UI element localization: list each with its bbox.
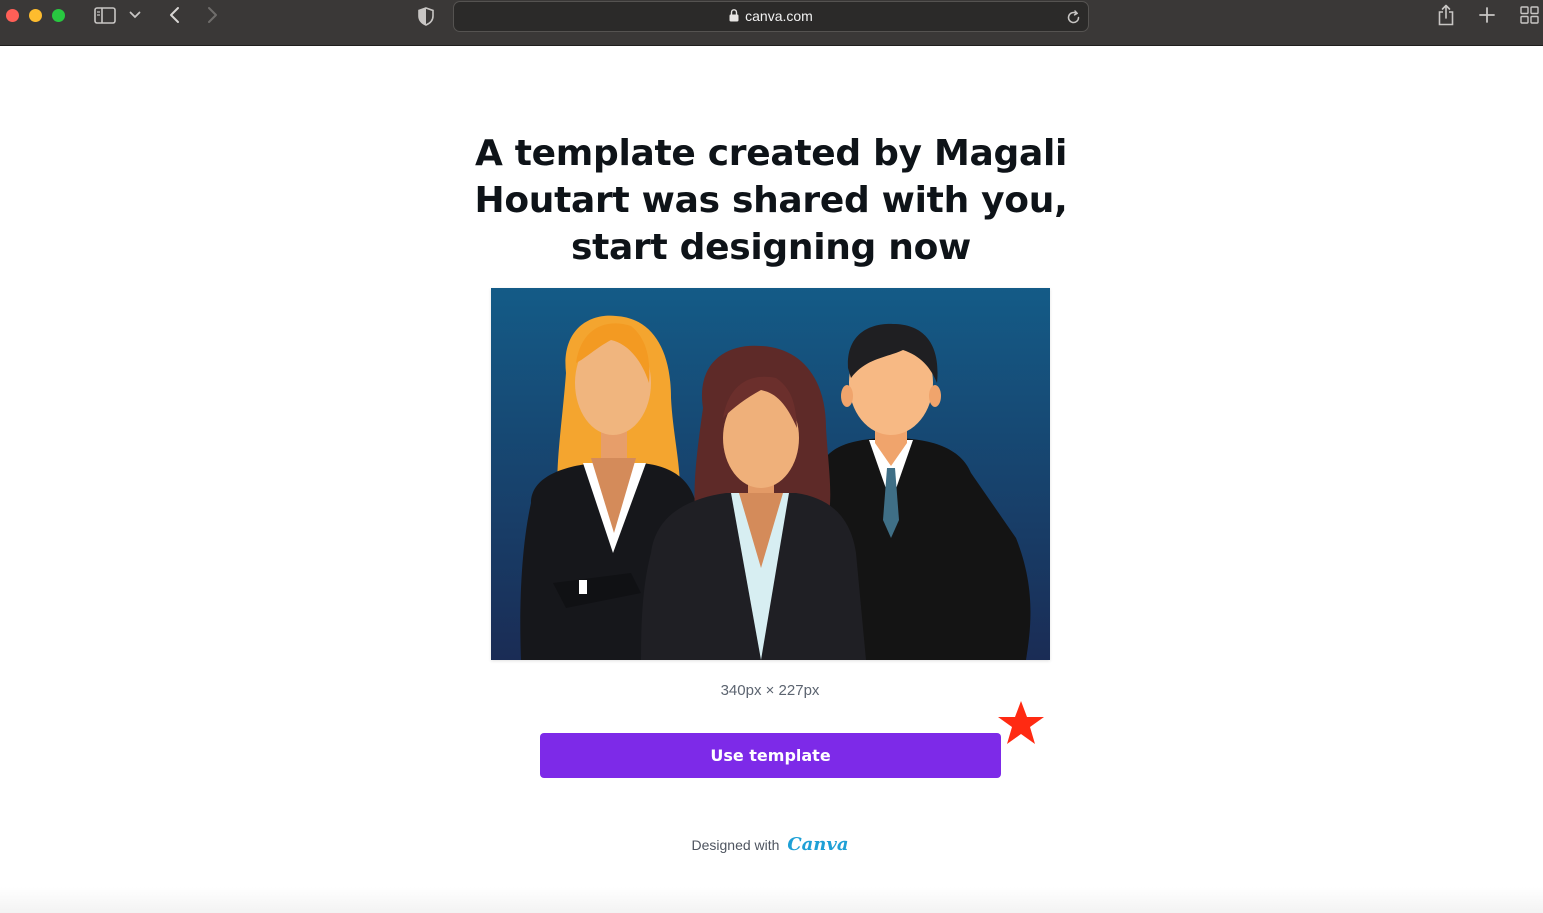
page-bottom-edge [0, 887, 1543, 913]
close-window-button[interactable] [6, 9, 19, 22]
chevron-down-icon[interactable] [128, 8, 142, 22]
template-dimensions: 340px × 227px [720, 682, 820, 699]
forward-arrow-icon[interactable] [204, 4, 222, 26]
designed-with-text: Designed with [691, 837, 780, 853]
minimize-window-button[interactable] [29, 9, 42, 22]
star-icon [996, 699, 1046, 747]
url-text: canva.com [745, 8, 813, 24]
browser-toolbar: canva.com [0, 0, 1543, 46]
shield-icon[interactable] [416, 5, 436, 27]
reload-icon[interactable] [1064, 8, 1082, 26]
share-icon[interactable] [1436, 3, 1456, 27]
use-template-button[interactable]: Use template [540, 733, 1001, 778]
page-title: A template created by Magali Houtart was… [474, 133, 1068, 268]
lock-icon [729, 9, 739, 25]
url-display[interactable]: canva.com [454, 8, 1088, 25]
address-bar[interactable]: canva.com [453, 1, 1089, 32]
new-tab-icon[interactable] [1477, 5, 1497, 25]
sidebar-icon[interactable] [93, 5, 117, 25]
back-arrow-icon[interactable] [165, 4, 183, 26]
designed-with-footer: Designed with Canva [600, 834, 940, 855]
template-preview-image[interactable] [491, 288, 1050, 660]
tab-overview-icon[interactable] [1518, 5, 1540, 25]
zoom-window-button[interactable] [52, 9, 65, 22]
page-content: A template created by Magali Houtart was… [0, 47, 1543, 913]
canva-logo[interactable]: Canva [787, 834, 848, 855]
